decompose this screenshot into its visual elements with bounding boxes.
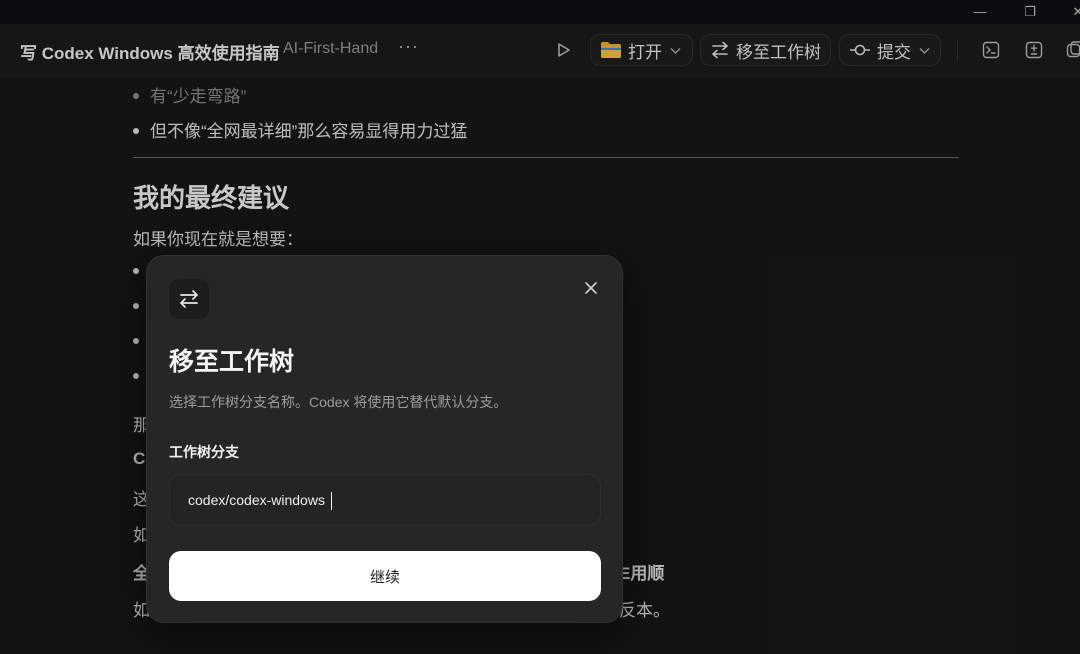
dialog-icon-container: [169, 279, 209, 319]
text-caret: [331, 492, 332, 510]
dialog-title: 移至工作树: [169, 348, 295, 376]
continue-button[interactable]: 继续: [169, 551, 601, 601]
close-icon[interactable]: [581, 278, 601, 298]
branch-field-label: 工作树分支: [169, 444, 239, 460]
swap-arrows-icon: [180, 290, 198, 308]
branch-name-input[interactable]: [169, 474, 601, 526]
move-to-worktree-dialog: 移至工作树 选择工作树分支名称。Codex 将使用它替代默认分支。 工作树分支 …: [146, 255, 623, 623]
dialog-description: 选择工作树分支名称。Codex 将使用它替代默认分支。: [169, 394, 508, 410]
